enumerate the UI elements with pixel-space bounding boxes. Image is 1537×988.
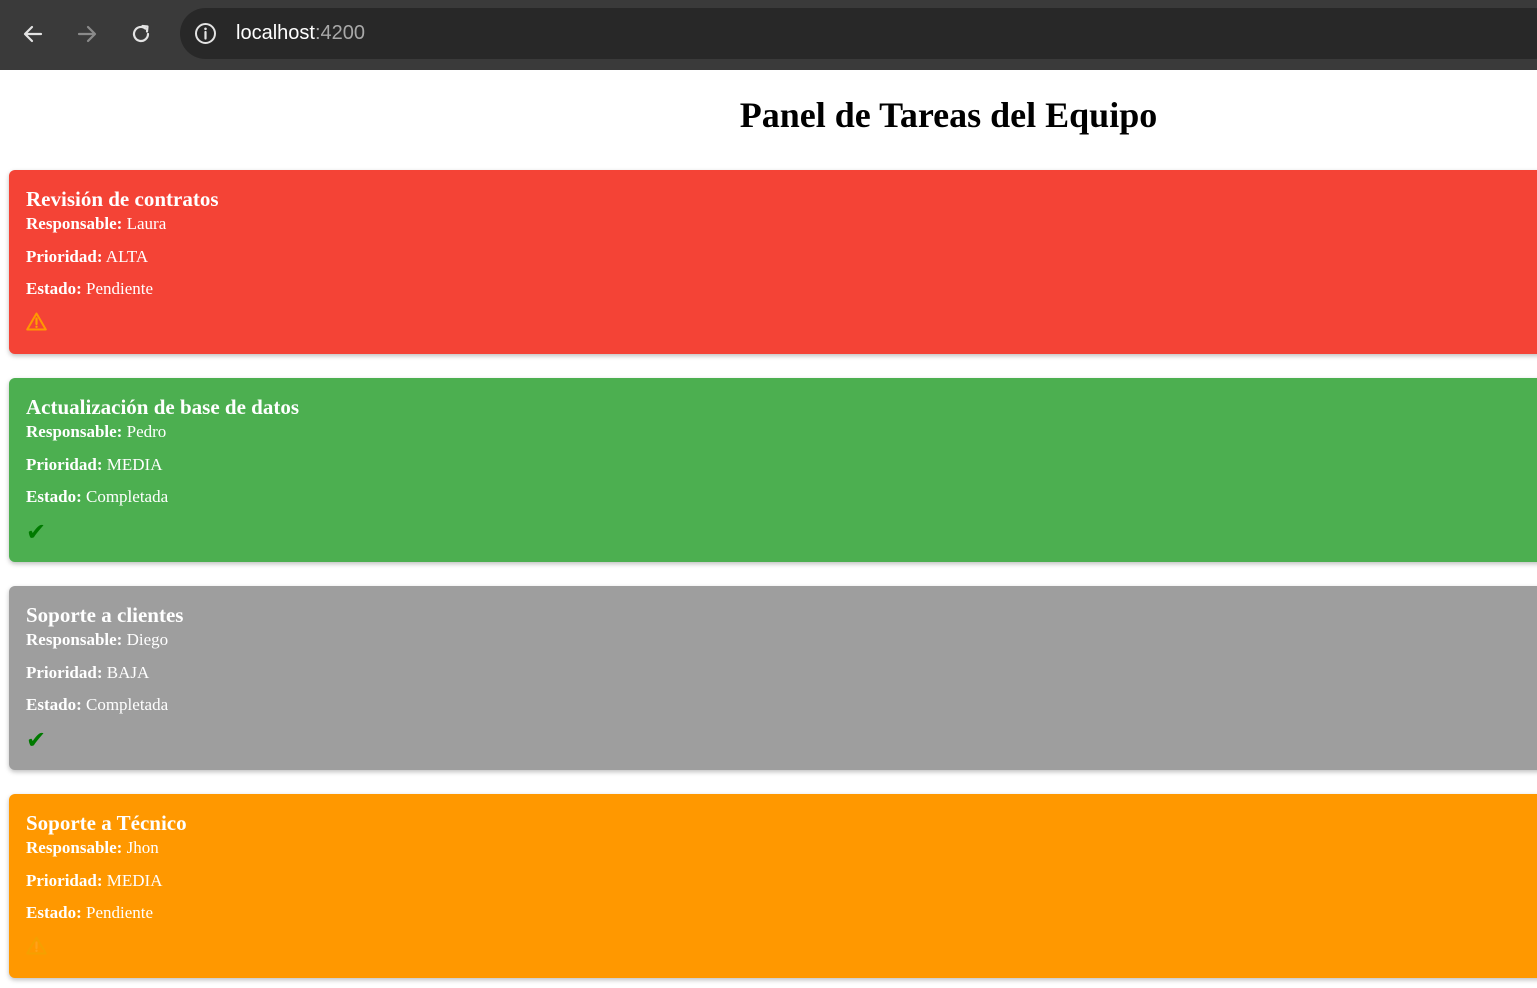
forward-arrow-icon [77, 25, 97, 43]
task-prioridad-line: Prioridad: BAJA [26, 663, 1537, 683]
forward-button[interactable] [70, 17, 104, 51]
task-responsable-line: Responsable: Diego [26, 630, 1537, 650]
task-responsable-value: Laura [122, 214, 167, 233]
task-estado-label: Estado: [26, 903, 82, 922]
task-responsable-value: Pedro [122, 422, 167, 441]
check-icon: ✔ [26, 517, 47, 546]
task-estado-label: Estado: [26, 279, 82, 298]
task-estado-line: Estado: Completada [26, 487, 1537, 507]
task-prioridad-label: Prioridad: [26, 246, 103, 266]
task-prioridad-label: Prioridad: [26, 870, 103, 890]
task-estado-label: Estado: [26, 487, 82, 506]
task-prioridad-line: Prioridad: MEDIA [26, 871, 1537, 891]
task-responsable-value: Diego [122, 630, 169, 649]
task-responsable-line: Responsable: Jhon [26, 838, 1537, 858]
back-button[interactable] [16, 17, 50, 51]
task-responsable-label: Responsable: [26, 214, 123, 233]
task-prioridad-label: Prioridad: [26, 662, 103, 682]
page-content: Panel de Tareas del Equipo Revisión de c… [0, 70, 1537, 988]
info-icon[interactable] [194, 22, 217, 45]
task-card: Soporte a Técnico Responsable: Jhon Priori… [9, 794, 1537, 978]
task-responsable-line: Responsable: Laura [26, 214, 1537, 234]
page-title: Panel de Tareas del Equipo [739, 95, 1158, 135]
task-estado-value: Completada [81, 487, 169, 506]
task-responsable-label: Responsable: [26, 838, 123, 857]
warning-icon [26, 936, 1537, 960]
task-title: Revisión de contratos [26, 187, 219, 211]
back-arrow-icon [23, 25, 43, 43]
task-prioridad-value: BAJA [102, 662, 150, 682]
task-estado-line: Estado: Pendiente [26, 903, 1537, 923]
task-prioridad-label: Prioridad: [26, 454, 103, 474]
warning-icon [26, 312, 1537, 336]
task-title: Soporte a clientes [26, 603, 184, 627]
task-title: Actualización de base de datos [26, 395, 299, 419]
task-estado-label: Estado: [26, 695, 82, 714]
url-port: :4200 [314, 22, 365, 44]
task-responsable-label: Responsable: [26, 630, 123, 649]
task-responsable-line: Responsable: Pedro [26, 422, 1537, 442]
reload-button[interactable] [124, 17, 158, 51]
task-prioridad-value: MEDIA [102, 454, 163, 474]
task-card: Actualización de base de datos Responsabl… [9, 378, 1537, 562]
task-estado-line: Estado: Completada [26, 695, 1537, 715]
check-icon: ✔ [26, 725, 47, 754]
url-host: localhost [236, 22, 315, 44]
task-estado-value: Pendiente [81, 903, 154, 922]
url-text[interactable]: localhost:4200 [236, 8, 365, 59]
task-card: Revisión de contratos Responsable: Laura P… [9, 170, 1537, 354]
task-responsable-label: Responsable: [26, 422, 123, 441]
task-estado-line: Estado: Pendiente [26, 279, 1537, 299]
task-prioridad-line: Prioridad: ALTA [26, 247, 1537, 267]
browser-toolbar: localhost:4200 [0, 0, 1537, 70]
task-title: Soporte a Técnico [26, 811, 187, 835]
reload-icon [132, 24, 150, 43]
task-card: Soporte a clientes Responsable: Diego Prio… [9, 586, 1537, 770]
task-prioridad-value: MEDIA [102, 870, 163, 890]
task-prioridad-line: Prioridad: MEDIA [26, 455, 1537, 475]
address-bar[interactable]: localhost:4200 [180, 8, 1537, 59]
task-responsable-value: Jhon [122, 838, 159, 857]
task-estado-value: Pendiente [81, 279, 154, 298]
task-estado-value: Completada [81, 695, 169, 714]
task-prioridad-value: ALTA [102, 246, 149, 266]
